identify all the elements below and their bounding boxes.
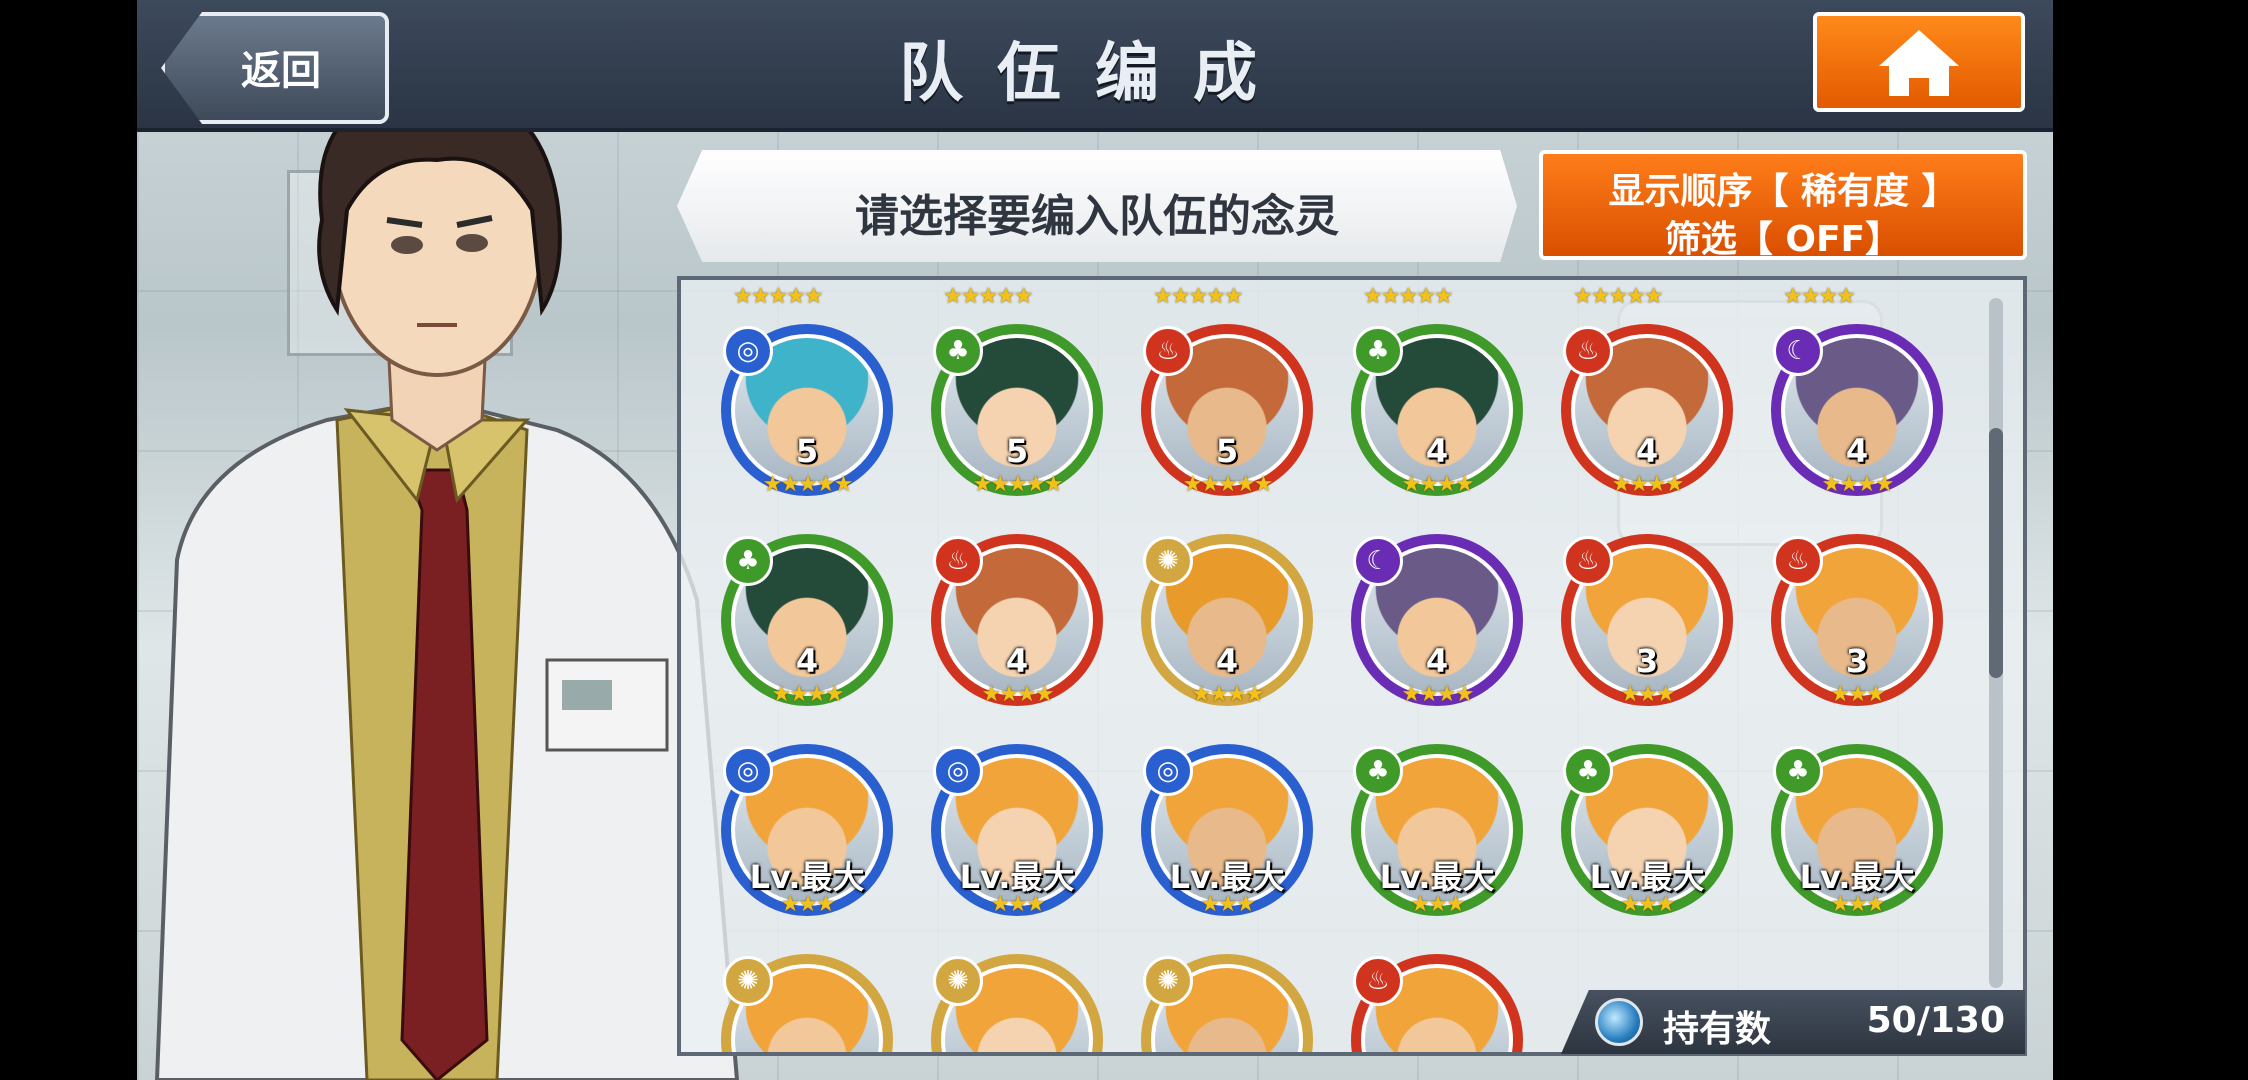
- character-card[interactable]: ♣ 5 ★★★★★: [931, 324, 1111, 504]
- page-title: 队伍编成: [899, 37, 1291, 111]
- card-level: 3: [1635, 642, 1659, 680]
- character-card[interactable]: ♣ Lv.最大 ★★★: [1771, 744, 1951, 924]
- light-element-icon: ✺: [723, 956, 773, 1006]
- partial-card-stars: ★★★★: [1783, 284, 1856, 309]
- wood-element-icon: ♣: [1353, 326, 1403, 376]
- character-card[interactable]: ✺: [931, 954, 1111, 1052]
- character-card[interactable]: ◎ Lv.最大 ★★★: [721, 744, 901, 924]
- character-card[interactable]: ♨ 3 ★★★: [1771, 534, 1951, 714]
- wood-element-icon: ♣: [723, 536, 773, 586]
- card-level: 4: [1425, 432, 1449, 470]
- character-card[interactable]: ♨: [1351, 954, 1531, 1052]
- character-card[interactable]: ☾ 4 ★★★★: [1351, 534, 1531, 714]
- rarity-stars: ★★★★: [1611, 472, 1685, 497]
- owned-count-bar: 持有数 50/130: [1561, 990, 2025, 1054]
- rarity-stars: ★★★: [1620, 892, 1675, 917]
- fire-element-icon: ♨: [1353, 956, 1403, 1006]
- card-level: 4: [1635, 432, 1659, 470]
- rarity-stars: ★★★★★: [1182, 472, 1274, 497]
- partial-card-stars: ★★★★★: [1573, 284, 1664, 309]
- wood-element-icon: ♣: [1563, 746, 1613, 796]
- rarity-stars: ★★★★: [1401, 472, 1475, 497]
- character-card[interactable]: ◎ Lv.最大 ★★★: [931, 744, 1111, 924]
- rarity-stars: ★★★: [1830, 682, 1885, 707]
- character-grid: ★★★★★ ★★★★★ ★★★★★ ★★★★★ ★★★★★ ★★★★ ◎ 5 ★★★★★ ♣ 5 ★…: [677, 276, 2027, 1056]
- character-card[interactable]: ✺: [721, 954, 901, 1052]
- character-card[interactable]: ♣ 4 ★★★★: [1351, 324, 1531, 504]
- character-card[interactable]: ✺ 4 ★★★★: [1141, 534, 1321, 714]
- home-icon: [1879, 30, 1959, 96]
- water-element-icon: ◎: [723, 746, 773, 796]
- fire-element-icon: ♨: [1143, 326, 1193, 376]
- wood-element-icon: ♣: [1773, 746, 1823, 796]
- home-button[interactable]: [1813, 12, 2025, 112]
- scroll-thumb[interactable]: [1989, 428, 2003, 678]
- scientist-character-art: [154, 87, 740, 1080]
- card-level: 5: [1005, 432, 1029, 470]
- rarity-stars: ★★★★: [771, 682, 845, 707]
- sort-filter-button[interactable]: 显示顺序【 稀有度 】 筛选【 OFF】: [1539, 150, 2027, 260]
- partial-card-stars: ★★★★★: [733, 284, 824, 309]
- card-level: 4: [795, 642, 819, 680]
- dark-element-icon: ☾: [1353, 536, 1403, 586]
- light-element-icon: ✺: [1143, 536, 1193, 586]
- card-level: 4: [1215, 642, 1239, 680]
- wood-element-icon: ♣: [933, 326, 983, 376]
- character-card[interactable]: ♨ 3 ★★★: [1561, 534, 1741, 714]
- card-level: 5: [1215, 432, 1239, 470]
- instruction-bubble: 请选择要编入队伍的念灵: [677, 150, 1517, 262]
- character-card[interactable]: ♨ 4 ★★★★: [931, 534, 1111, 714]
- fire-element-icon: ♨: [1773, 536, 1823, 586]
- character-card[interactable]: ✺: [1141, 954, 1321, 1052]
- light-element-icon: ✺: [1143, 956, 1193, 1006]
- sort-order-label: 显示顺序【 稀有度 】: [1608, 171, 1958, 212]
- rarity-stars: ★★★★: [1401, 682, 1475, 707]
- grid-scrollbar[interactable]: [1989, 298, 2003, 988]
- character-card[interactable]: ♣ Lv.最大 ★★★: [1561, 744, 1741, 924]
- owned-count: 50/130: [1866, 1000, 2005, 1041]
- rarity-stars: ★★★★: [1821, 472, 1895, 497]
- rarity-stars: ★★★: [780, 892, 835, 917]
- card-level: 3: [1845, 642, 1869, 680]
- partial-card-stars: ★★★★★: [943, 284, 1034, 309]
- card-level: 4: [1845, 432, 1869, 470]
- rarity-stars: ★★★★★: [762, 472, 854, 497]
- dark-element-icon: ☾: [1773, 326, 1823, 376]
- light-element-icon: ✺: [933, 956, 983, 1006]
- card-level: 4: [1005, 642, 1029, 680]
- filter-label: 筛选【 OFF】: [1664, 219, 1902, 260]
- partial-card-stars: ★★★★★: [1153, 284, 1244, 309]
- water-element-icon: ◎: [723, 326, 773, 376]
- character-card[interactable]: ◎ Lv.最大 ★★★: [1141, 744, 1321, 924]
- rarity-stars: ★★★★★: [972, 472, 1064, 497]
- game-screen: 返回 队伍编成 请选择要编入队伍的念灵 显示顺序【 稀有度 】 筛选【 OFF】…: [137, 0, 2053, 1080]
- rarity-stars: ★★★: [1620, 682, 1675, 707]
- title-bar: 返回 队伍编成: [137, 0, 2053, 132]
- character-card[interactable]: ◎ 5 ★★★★★: [721, 324, 901, 504]
- instruction-text: 请选择要编入队伍的念灵: [855, 191, 1339, 242]
- water-element-icon: ◎: [933, 746, 983, 796]
- crystal-orb-icon: [1595, 998, 1643, 1046]
- character-card[interactable]: ♨ 5 ★★★★★: [1141, 324, 1321, 504]
- water-element-icon: ◎: [1143, 746, 1193, 796]
- rarity-stars: ★★★★: [1191, 682, 1265, 707]
- rarity-stars: ★★★: [1410, 892, 1465, 917]
- fire-element-icon: ♨: [933, 536, 983, 586]
- rarity-stars: ★★★★: [981, 682, 1055, 707]
- wood-element-icon: ♣: [1353, 746, 1403, 796]
- fire-element-icon: ♨: [1563, 326, 1613, 376]
- fire-element-icon: ♨: [1563, 536, 1613, 586]
- owned-label: 持有数: [1663, 1009, 1772, 1050]
- character-card[interactable]: ♨ 4 ★★★★: [1561, 324, 1741, 504]
- rarity-stars: ★★★: [1830, 892, 1885, 917]
- rarity-stars: ★★★: [990, 892, 1045, 917]
- partial-card-stars: ★★★★★: [1363, 284, 1454, 309]
- card-level: 5: [795, 432, 819, 470]
- rarity-stars: ★★★: [1200, 892, 1255, 917]
- character-card[interactable]: ♣ Lv.最大 ★★★: [1351, 744, 1531, 924]
- character-card[interactable]: ☾ 4 ★★★★: [1771, 324, 1951, 504]
- character-card[interactable]: ♣ 4 ★★★★: [721, 534, 901, 714]
- card-level: 4: [1425, 642, 1449, 680]
